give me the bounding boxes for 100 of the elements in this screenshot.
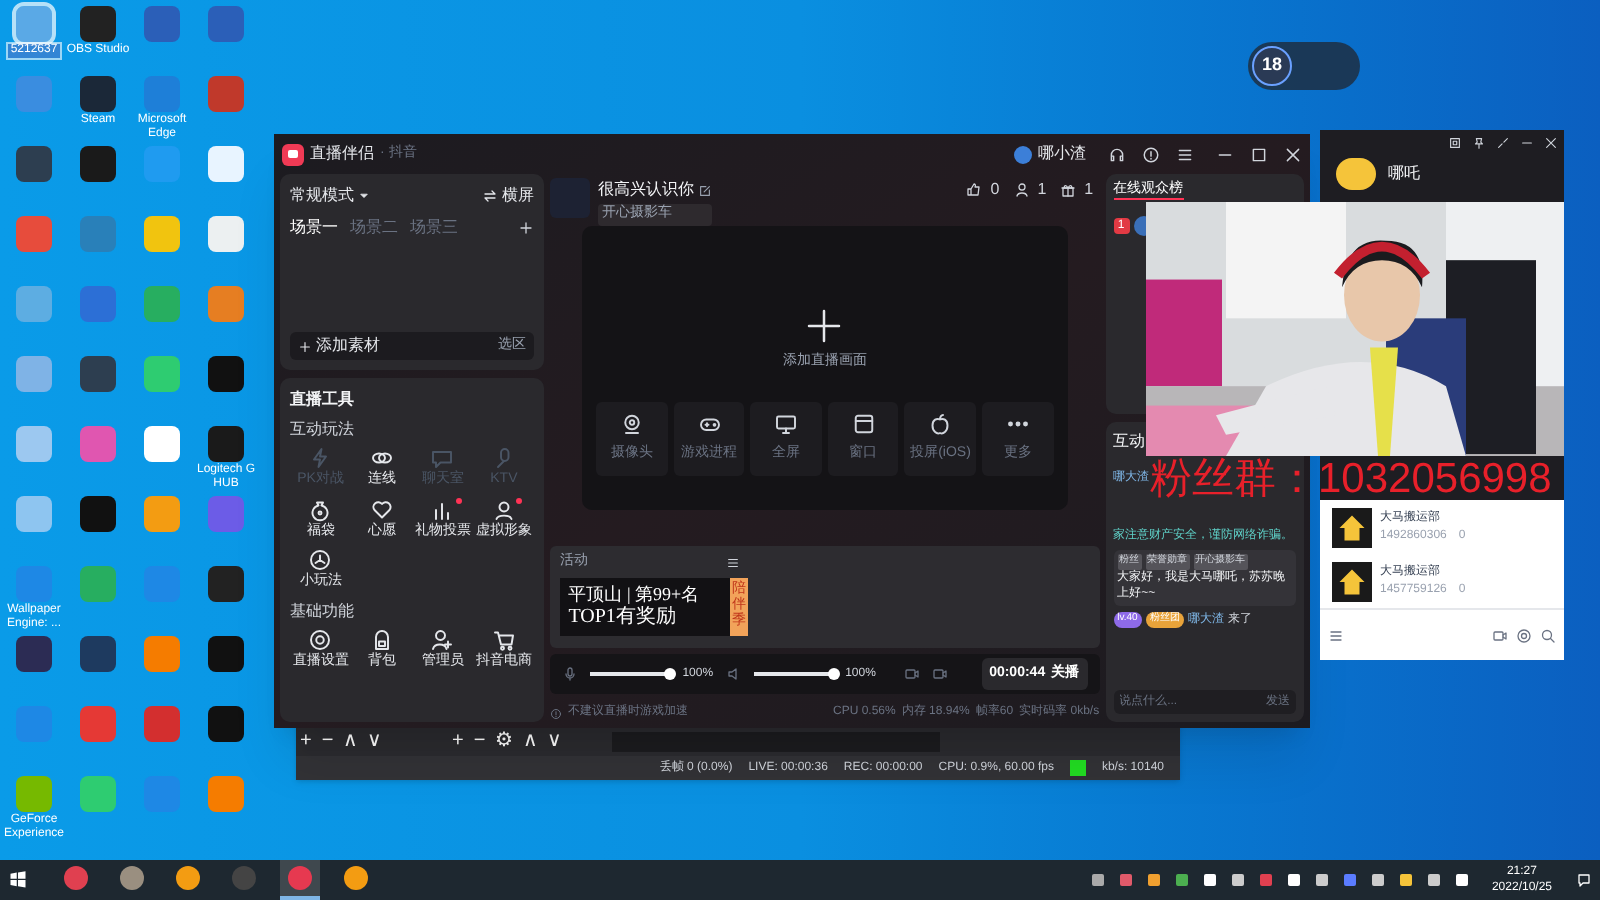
house-icon (1332, 507, 1372, 547)
microphone-icon (562, 666, 579, 682)
toolbar-button[interactable]: ⚙ (495, 732, 514, 752)
mode-dropdown[interactable]: 常规模式 (290, 184, 370, 208)
tray-icon[interactable] (1231, 874, 1244, 886)
dial-icon (308, 548, 333, 572)
gear-icon (308, 627, 333, 651)
window-title: 直播伴侣 (310, 142, 374, 166)
app-icon[interactable] (80, 496, 116, 532)
tray-icon[interactable] (1399, 874, 1412, 886)
chat-bubble-icon (430, 446, 455, 470)
camera-icon (903, 666, 920, 682)
scene-tab[interactable]: 场景一 (290, 216, 338, 240)
app-icon[interactable] (80, 636, 116, 672)
person-icon (1013, 182, 1030, 198)
user-name: 哪小渣 (1038, 142, 1086, 166)
camera-icon (931, 666, 948, 682)
lightning-icon (308, 446, 333, 470)
panel-title: 互动 (1113, 430, 1148, 454)
bar-chart-icon (430, 497, 455, 521)
tray-icon[interactable] (1091, 874, 1104, 886)
app-icon[interactable] (80, 76, 116, 112)
taskbar-app[interactable] (280, 860, 320, 900)
app-icon[interactable] (208, 146, 244, 182)
add-icon (298, 339, 312, 353)
notification-icon (1576, 872, 1592, 888)
close-icon (1544, 135, 1558, 149)
tray-icon[interactable] (1427, 874, 1440, 886)
pin-icon (1472, 135, 1486, 149)
app-icon[interactable] (144, 426, 180, 462)
volume-slider[interactable] (753, 668, 834, 680)
swap-icon (482, 188, 499, 204)
tray-icon[interactable] (1147, 874, 1160, 886)
toolbar-button[interactable]: ∨ (547, 732, 562, 752)
apple-icon (928, 411, 953, 436)
toolbar-button[interactable]: + (452, 732, 464, 752)
app-icon[interactable] (208, 706, 244, 742)
volume-slider[interactable] (590, 668, 671, 680)
app-logo (282, 143, 304, 165)
slider-thumb[interactable] (664, 668, 677, 680)
status-indicator (1069, 760, 1086, 776)
app-icon[interactable] (208, 216, 244, 252)
app-icon[interactable] (16, 146, 52, 182)
toolbar-button[interactable]: ∨ (367, 732, 382, 752)
headset-icon (1108, 145, 1126, 163)
bag-icon (308, 497, 333, 521)
help-icon (1142, 145, 1160, 163)
profile-avatar (1336, 158, 1376, 190)
speed-gauge: 18 (1252, 46, 1292, 86)
app-icon[interactable] (208, 426, 244, 462)
tray-icon[interactable] (1371, 874, 1384, 886)
panel-title: 直播工具 (290, 388, 356, 412)
add-icon (518, 220, 535, 236)
backpack-icon (369, 627, 394, 651)
tray-icon[interactable] (1203, 874, 1216, 886)
app-icon[interactable] (208, 356, 244, 392)
app-icon[interactable] (208, 566, 244, 602)
thumbs-up-icon (966, 182, 983, 198)
windows-logo-icon (8, 870, 28, 890)
reward-text: TOP1有奖励 (568, 605, 678, 629)
section-title: 互动玩法 (290, 418, 356, 442)
user-avatar[interactable] (1014, 145, 1032, 163)
menu-icon (1176, 145, 1194, 163)
toolbar-button[interactable]: + (300, 732, 312, 752)
cart-icon (491, 627, 516, 651)
menu-icon (726, 555, 741, 570)
room-title: 很高兴认识你 (598, 178, 695, 202)
tray-icon[interactable] (1287, 874, 1300, 886)
toolbar-button[interactable]: − (321, 732, 334, 752)
search-icon (1540, 627, 1556, 643)
gear-icon (1516, 627, 1532, 643)
webcam-icon (620, 411, 644, 436)
shrink-icon (1496, 135, 1510, 149)
close-icon (1284, 145, 1302, 163)
tray-icon[interactable] (1455, 874, 1468, 886)
toolbar-button[interactable]: ∧ (343, 732, 358, 752)
tray-icon[interactable] (1315, 874, 1328, 886)
monitor-icon (774, 411, 799, 436)
window-icon (851, 411, 876, 436)
heart-icon (369, 497, 394, 521)
app-icon[interactable] (80, 356, 116, 392)
info-icon (550, 707, 563, 719)
app-icon[interactable] (80, 146, 116, 182)
app-icon[interactable] (80, 6, 116, 42)
profile-name: 哪吒 (1388, 162, 1420, 186)
gift-icon (1060, 182, 1077, 198)
orientation-toggle[interactable]: 横屏 (482, 184, 535, 208)
speaker-icon (725, 666, 742, 682)
rank-text: 平顶山 | 第99+名 (568, 583, 702, 605)
person-icon (491, 497, 516, 521)
toolbar-button[interactable]: − (473, 732, 486, 752)
maximize-icon (1250, 145, 1268, 163)
like-count: 0 (990, 178, 1000, 202)
app-icon[interactable] (208, 636, 244, 672)
slider-thumb[interactable] (827, 668, 840, 680)
caret-icon (358, 190, 370, 202)
app-icon[interactable] (16, 636, 52, 672)
viewer-count: 1 (1037, 178, 1047, 202)
toolbar-button[interactable]: ∧ (523, 732, 538, 752)
add-source-button[interactable]: 添加素材 (298, 334, 380, 358)
